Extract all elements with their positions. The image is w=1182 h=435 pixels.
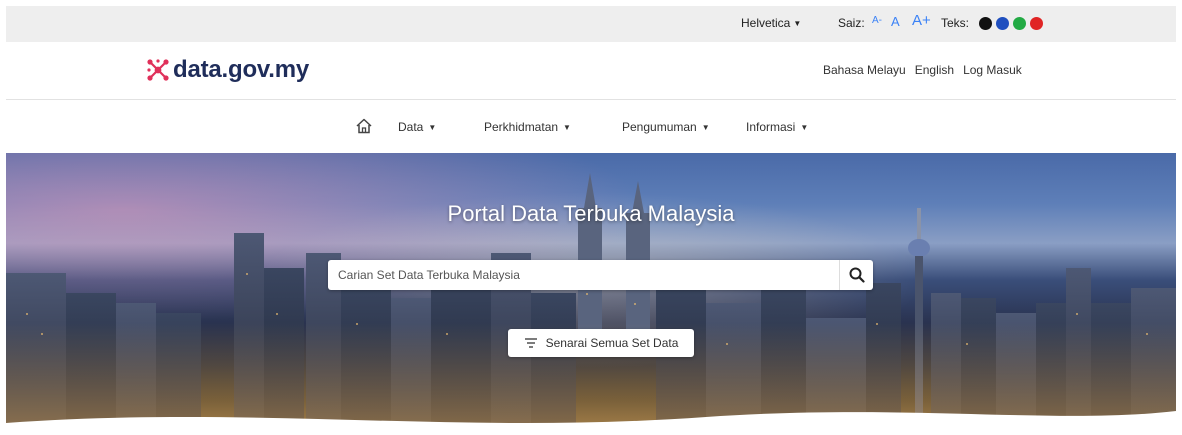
chevron-down-icon: ▼	[800, 123, 809, 132]
nav-item-data[interactable]: Data ▼	[398, 120, 436, 134]
logo-text: data.gov.my	[173, 56, 310, 83]
size-label: Saiz:	[838, 16, 865, 30]
font-family-label: Helvetica	[741, 16, 791, 30]
hero-bottom-wave	[6, 411, 1176, 435]
font-family-dropdown[interactable]: Helvetica ▼	[741, 16, 801, 30]
search-icon	[849, 267, 865, 283]
hero-banner: Portal Data Terbuka Malaysia Senarai Sem…	[6, 153, 1176, 435]
list-all-datasets-button[interactable]: Senarai Semua Set Data	[508, 329, 694, 357]
chevron-down-icon: ▼	[793, 19, 802, 28]
text-color-green-button[interactable]	[1013, 17, 1026, 30]
font-size-decrease-button[interactable]: A-	[872, 15, 882, 26]
text-color-black-button[interactable]	[979, 17, 992, 30]
text-color-label: Teks:	[941, 16, 970, 30]
nav-item-perkhidmatan[interactable]: Perkhidmatan ▼	[484, 120, 571, 134]
site-logo[interactable]: data.gov.my	[146, 56, 309, 84]
search-button[interactable]	[839, 260, 873, 290]
nav-item-label: Pengumuman	[622, 120, 697, 134]
dataset-search-box	[328, 260, 873, 290]
list-all-datasets-label: Senarai Semua Set Data	[545, 336, 679, 350]
nav-item-label: Data	[398, 120, 424, 134]
text-color-blue-button[interactable]	[996, 17, 1009, 30]
language-malay-link[interactable]: Bahasa Melayu	[823, 63, 906, 77]
font-size-increase-button[interactable]: A+	[912, 12, 931, 29]
chevron-down-icon: ▼	[701, 123, 710, 132]
nav-item-label: Informasi	[746, 120, 796, 134]
hero-title: Portal Data Terbuka Malaysia	[447, 201, 735, 226]
dataset-search-input[interactable]	[328, 260, 839, 290]
header-links: Bahasa Melayu English Log Masuk	[823, 63, 1022, 77]
nav-item-pengumuman[interactable]: Pengumuman ▼	[622, 120, 710, 134]
site-header: data.gov.my Bahasa Melayu English Log Ma…	[6, 42, 1176, 100]
accessibility-bar: Helvetica ▼ Saiz: A- A A+ Teks:	[6, 6, 1176, 42]
chevron-down-icon: ▼	[428, 123, 437, 132]
network-logo-icon	[147, 59, 169, 81]
font-size-normal-button[interactable]: A	[891, 14, 900, 29]
main-nav: Data ▼ Perkhidmatan ▼ Pengumuman ▼ Informas…	[6, 100, 1176, 153]
filter-icon	[524, 338, 537, 348]
text-color-red-button[interactable]	[1030, 17, 1043, 30]
chevron-down-icon: ▼	[563, 123, 571, 132]
home-icon[interactable]	[355, 117, 373, 135]
nav-item-label: Perkhidmatan	[484, 120, 559, 134]
login-link[interactable]: Log Masuk	[963, 63, 1022, 77]
nav-item-informasi[interactable]: Informasi ▼	[746, 120, 808, 134]
city-skyline-image	[6, 173, 1176, 435]
language-english-link[interactable]: English	[915, 63, 954, 77]
